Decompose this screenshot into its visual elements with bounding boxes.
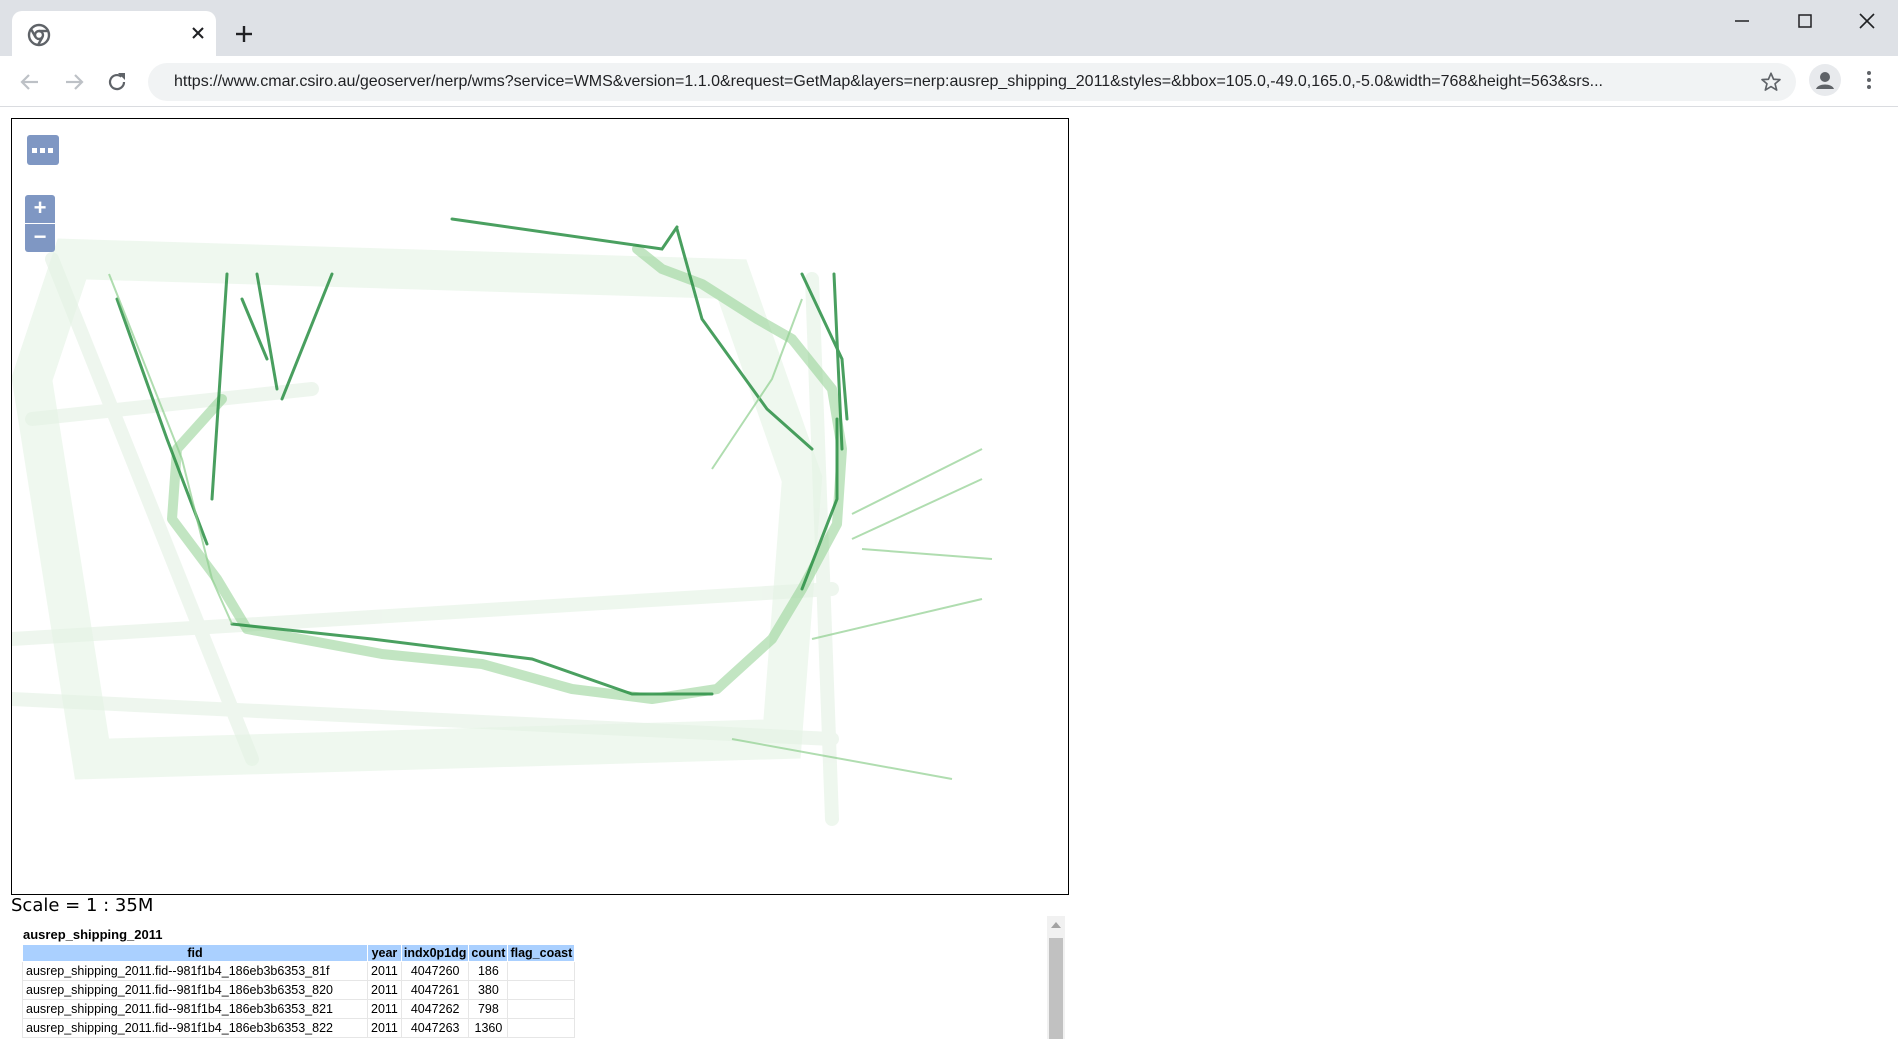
cell-count: 380 bbox=[468, 980, 509, 1000]
table-row: ausrep_shipping_2011.fid--981f1b4_186eb3… bbox=[22, 980, 576, 1000]
column-header-flag-coast: flag_coast bbox=[507, 944, 576, 962]
address-bar[interactable]: https://www.cmar.csiro.au/geoserver/nerp… bbox=[148, 63, 1796, 101]
chrome-favicon-icon bbox=[27, 23, 51, 47]
new-tab-icon[interactable] bbox=[232, 22, 256, 46]
cell-indx0p1dg: 4047263 bbox=[400, 1018, 470, 1038]
cell-indx0p1dg: 4047262 bbox=[400, 999, 470, 1019]
cell-fid: ausrep_shipping_2011.fid--981f1b4_186eb3… bbox=[22, 1018, 368, 1038]
cell-fid: ausrep_shipping_2011.fid--981f1b4_186eb3… bbox=[22, 980, 368, 1000]
cell-count: 1360 bbox=[468, 1018, 509, 1038]
column-header-count: count bbox=[468, 944, 509, 962]
tab-close-icon[interactable] bbox=[188, 23, 208, 43]
close-window-icon[interactable] bbox=[1845, 8, 1889, 36]
table-header-row: fid year indx0p1dg count flag_coast bbox=[22, 944, 576, 962]
cell-fid: ausrep_shipping_2011.fid--981f1b4_186eb3… bbox=[22, 961, 368, 981]
cell-year: 2011 bbox=[367, 961, 402, 981]
cell-flag-coast bbox=[507, 1018, 576, 1038]
cell-count: 798 bbox=[468, 999, 509, 1019]
cell-fid: ausrep_shipping_2011.fid--981f1b4_186eb3… bbox=[22, 999, 368, 1019]
column-header-fid: fid bbox=[22, 944, 368, 962]
cell-year: 2011 bbox=[367, 1018, 402, 1038]
feature-info-scrollbar[interactable] bbox=[1047, 916, 1065, 1039]
layer-title: ausrep_shipping_2011 bbox=[23, 927, 163, 942]
cell-flag-coast bbox=[507, 961, 576, 981]
scroll-up-arrow-icon[interactable] bbox=[1051, 922, 1061, 928]
table-row: ausrep_shipping_2011.fid--981f1b4_186eb3… bbox=[22, 961, 576, 981]
maximize-icon[interactable] bbox=[1783, 8, 1827, 36]
kebab-menu-icon[interactable] bbox=[1860, 66, 1878, 94]
browser-tab[interactable] bbox=[12, 11, 216, 56]
layer-switcher-button[interactable] bbox=[27, 135, 59, 165]
cell-year: 2011 bbox=[367, 980, 402, 1000]
map-viewport[interactable]: + − bbox=[11, 118, 1069, 895]
zoom-out-button[interactable]: − bbox=[25, 224, 55, 252]
feature-table: fid year indx0p1dg count flag_coast ausr… bbox=[22, 944, 576, 1038]
cell-year: 2011 bbox=[367, 999, 402, 1019]
back-arrow-icon[interactable] bbox=[16, 68, 44, 96]
forward-arrow-icon[interactable] bbox=[60, 68, 88, 96]
table-row: ausrep_shipping_2011.fid--981f1b4_186eb3… bbox=[22, 1018, 576, 1038]
cell-indx0p1dg: 4047261 bbox=[400, 980, 470, 1000]
reload-icon[interactable] bbox=[103, 68, 131, 96]
column-header-year: year bbox=[367, 944, 402, 962]
cell-flag-coast bbox=[507, 999, 576, 1019]
scrollbar-thumb[interactable] bbox=[1049, 938, 1063, 1039]
column-header-indx0p1dg: indx0p1dg bbox=[400, 944, 470, 962]
cell-flag-coast bbox=[507, 980, 576, 1000]
zoom-in-button[interactable]: + bbox=[25, 195, 55, 223]
minimize-icon[interactable] bbox=[1720, 8, 1764, 36]
table-row: ausrep_shipping_2011.fid--981f1b4_186eb3… bbox=[22, 999, 576, 1019]
profile-icon[interactable] bbox=[1809, 64, 1841, 96]
star-icon[interactable] bbox=[1760, 71, 1782, 93]
url-text[interactable]: https://www.cmar.csiro.au/geoserver/nerp… bbox=[174, 63, 1726, 101]
feature-info-panel: ausrep_shipping_2011 fid year indx0p1dg … bbox=[22, 927, 576, 1038]
cell-indx0p1dg: 4047260 bbox=[400, 961, 470, 981]
tab-strip bbox=[0, 0, 1898, 56]
shipping-density-map bbox=[12, 217, 993, 826]
map-scale: Scale = 1 : 35M bbox=[11, 895, 154, 916]
browser-toolbar: https://www.cmar.csiro.au/geoserver/nerp… bbox=[0, 56, 1898, 107]
cell-count: 186 bbox=[468, 961, 509, 981]
